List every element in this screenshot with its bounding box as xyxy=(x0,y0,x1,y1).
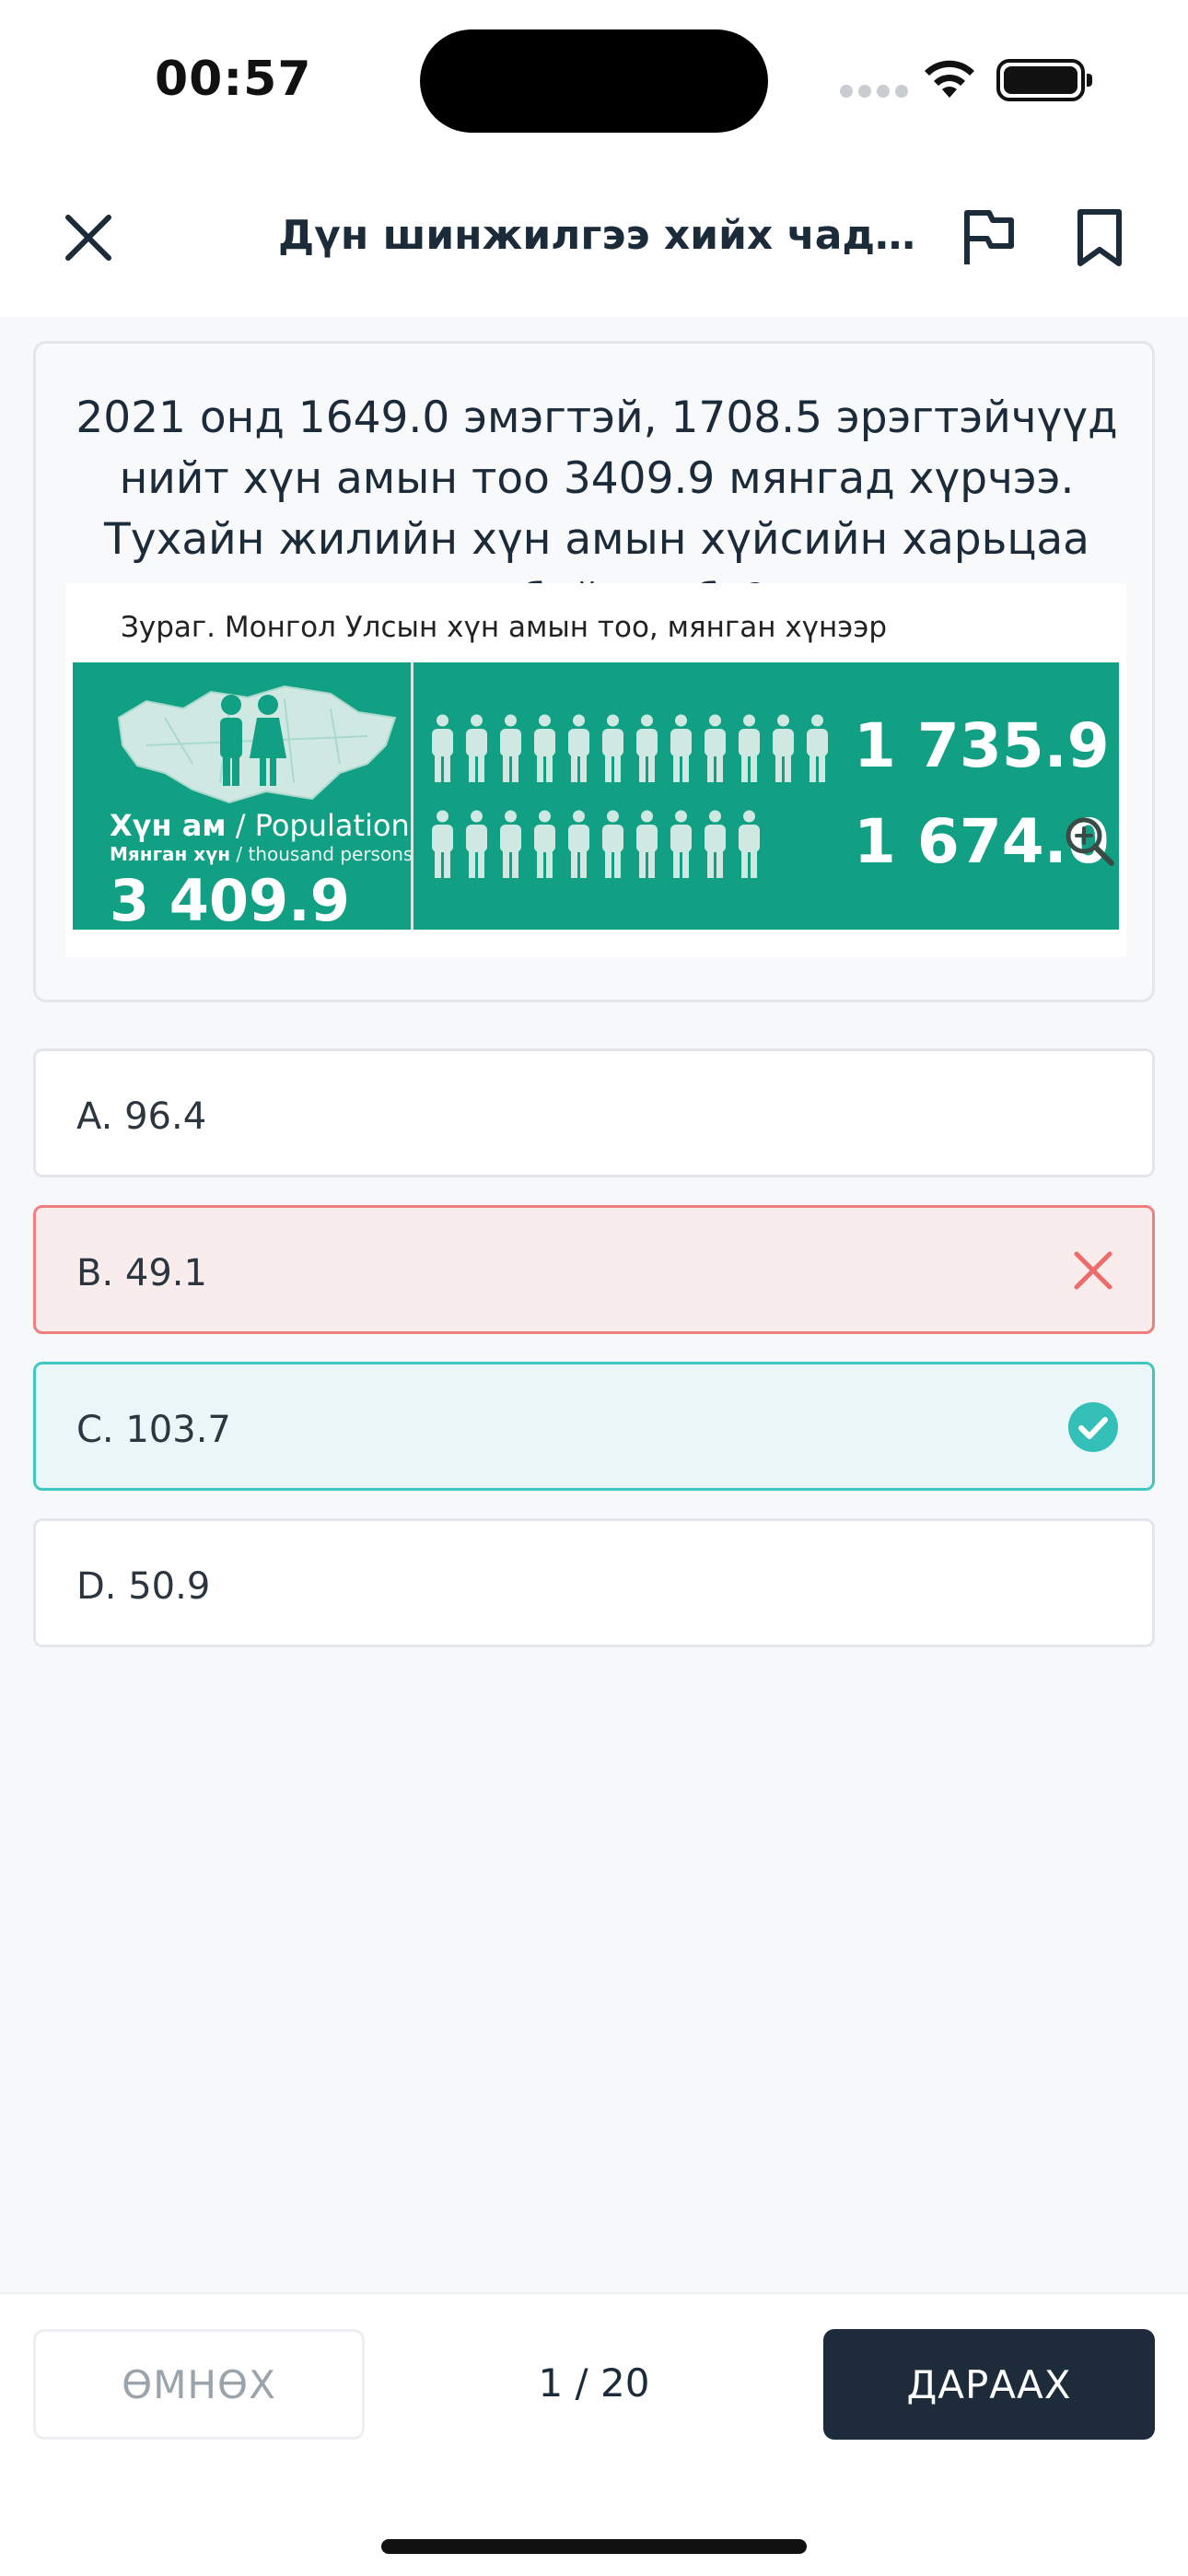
population-summary: Хүн ам / Population Мянган хүн / thousan… xyxy=(73,662,413,934)
status-time: 00:57 xyxy=(155,52,312,107)
person-icon xyxy=(466,810,487,878)
population-total: 3 409.9 xyxy=(110,867,350,934)
close-icon xyxy=(65,215,111,261)
person-icon xyxy=(670,810,692,878)
person-icon xyxy=(670,714,692,782)
person-icon xyxy=(705,714,726,782)
bottom-navigation: ӨМНӨХ 1 / 20 ДАРААХ xyxy=(0,2292,1188,2576)
status-bar: 00:57 xyxy=(0,0,1188,166)
flag-button[interactable] xyxy=(954,203,1024,273)
page-indicator: 1 / 20 xyxy=(538,2360,650,2406)
answer-label: D. 50.9 xyxy=(76,1565,211,1608)
person-icon xyxy=(602,810,623,878)
person-icon xyxy=(466,714,487,782)
person-icon xyxy=(807,714,828,782)
person-icon xyxy=(500,714,521,782)
quiz-title: Дүн шинжилгээ хийх чадварыг ш... xyxy=(278,212,923,259)
figure-caption: Зураг. Монгол Улсын хүн амын тоо, мянган… xyxy=(121,611,888,644)
close-button[interactable] xyxy=(52,201,125,275)
cellular-signal-icon xyxy=(840,85,908,98)
person-icon xyxy=(773,714,794,782)
check-circle-icon xyxy=(1068,1402,1118,1452)
bookmark-button[interactable] xyxy=(1065,203,1135,273)
people-row-bottom xyxy=(428,810,763,878)
answer-label: A. 96.4 xyxy=(76,1095,207,1138)
mongolia-map-icon xyxy=(117,685,397,804)
quiz-header: Дүн шинжилгээ хийх чадварыг ш... xyxy=(0,166,1188,317)
person-icon xyxy=(739,810,760,878)
bookmark-icon xyxy=(1077,209,1122,266)
flag-icon xyxy=(964,210,1014,264)
answer-option-d[interactable]: D. 50.9 xyxy=(33,1518,1155,1647)
person-icon xyxy=(636,810,658,878)
people-row-top xyxy=(428,714,832,782)
zoom-in-icon[interactable] xyxy=(1062,814,1115,867)
person-icon xyxy=(739,714,760,782)
question-figure[interactable]: Зураг. Монгол Улсын хүн амын тоо, мянган… xyxy=(65,583,1126,957)
answer-label: C. 103.7 xyxy=(76,1409,231,1451)
unit-label: Мянган хүн / thousand persons xyxy=(110,843,413,865)
answer-option-a[interactable]: A. 96.4 xyxy=(33,1048,1155,1177)
stat-top: 1 735.9 xyxy=(854,710,1110,781)
person-icon xyxy=(534,714,555,782)
question-card: 2021 онд 1649.0 эмэгтэй, 1708.5 эрэгтэйч… xyxy=(33,341,1155,1002)
person-icon xyxy=(636,714,658,782)
answer-option-b[interactable]: B. 49.1 xyxy=(33,1205,1155,1334)
person-icon xyxy=(432,810,453,878)
population-infographic: Хүн ам / Population Мянган хүн / thousan… xyxy=(73,662,1119,934)
close-icon xyxy=(1074,1251,1112,1290)
next-button[interactable]: ДАРААХ xyxy=(823,2329,1155,2440)
population-label: Хүн ам / Population xyxy=(110,808,410,843)
answer-label: B. 49.1 xyxy=(76,1252,207,1294)
dynamic-island xyxy=(420,29,768,133)
person-icon xyxy=(534,810,555,878)
correct-mark xyxy=(1066,1399,1121,1455)
previous-button[interactable]: ӨМНӨХ xyxy=(33,2329,365,2440)
answer-option-c[interactable]: C. 103.7 xyxy=(33,1362,1155,1491)
person-icon xyxy=(568,810,589,878)
home-indicator xyxy=(381,2539,807,2554)
person-icon xyxy=(705,810,726,878)
wifi-icon xyxy=(925,60,974,98)
person-icon xyxy=(432,714,453,782)
wrong-mark xyxy=(1066,1243,1121,1298)
person-icon xyxy=(500,810,521,878)
person-icon xyxy=(568,714,589,782)
battery-icon xyxy=(996,59,1092,101)
person-icon xyxy=(602,714,623,782)
